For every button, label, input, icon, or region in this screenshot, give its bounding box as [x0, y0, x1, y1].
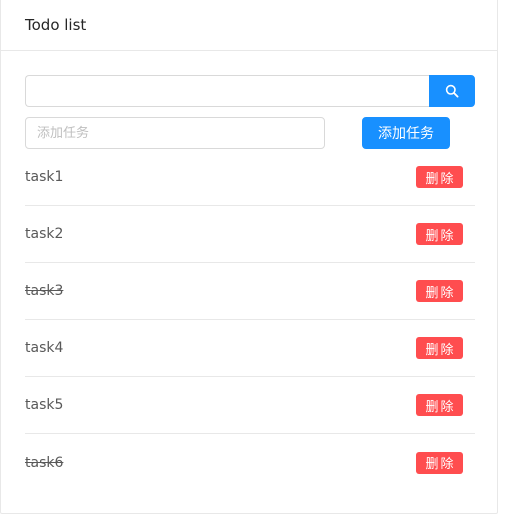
task-label[interactable]: task3: [25, 283, 63, 299]
todo-card: Todo list 添加任务 task1删除task2删除task3删除task…: [0, 0, 498, 514]
task-label[interactable]: task6: [25, 455, 63, 471]
delete-button[interactable]: 删除: [416, 280, 463, 302]
task-item: task3 删除: [25, 263, 475, 320]
task-label[interactable]: task1: [25, 169, 63, 185]
card-title: Todo list: [25, 15, 87, 34]
delete-button[interactable]: 删除: [416, 337, 463, 359]
add-task-button[interactable]: 添加任务: [362, 117, 450, 149]
task-item: task1 删除: [25, 149, 475, 206]
task-item: task6 删除: [25, 434, 475, 491]
task-item: task5 删除: [25, 377, 475, 434]
task-label[interactable]: task5: [25, 397, 63, 413]
task-list: task1 删除 task2 删除 task3 删除 task4 删除 task5 删除 task6…: [25, 149, 475, 491]
delete-button[interactable]: 删除: [416, 166, 463, 188]
task-item: task2 删除: [25, 206, 475, 263]
add-task-input[interactable]: [25, 117, 325, 149]
task-item: task4 删除: [25, 320, 475, 377]
search-button[interactable]: [429, 75, 475, 107]
delete-button[interactable]: 删除: [416, 451, 463, 474]
card-body: 添加任务 task1 删除 task2 删除 task3 删除 task4 删除 task5 删除…: [1, 51, 497, 474]
delete-button[interactable]: 删除: [416, 394, 463, 416]
add-task-row: 添加任务: [25, 117, 475, 149]
search-input[interactable]: [25, 75, 429, 107]
card-header: Todo list: [1, 0, 497, 51]
task-label[interactable]: task2: [25, 226, 63, 242]
search-bar: [25, 75, 475, 107]
delete-button[interactable]: 删除: [416, 223, 463, 245]
search-icon: [445, 84, 459, 98]
task-label[interactable]: task4: [25, 340, 63, 356]
